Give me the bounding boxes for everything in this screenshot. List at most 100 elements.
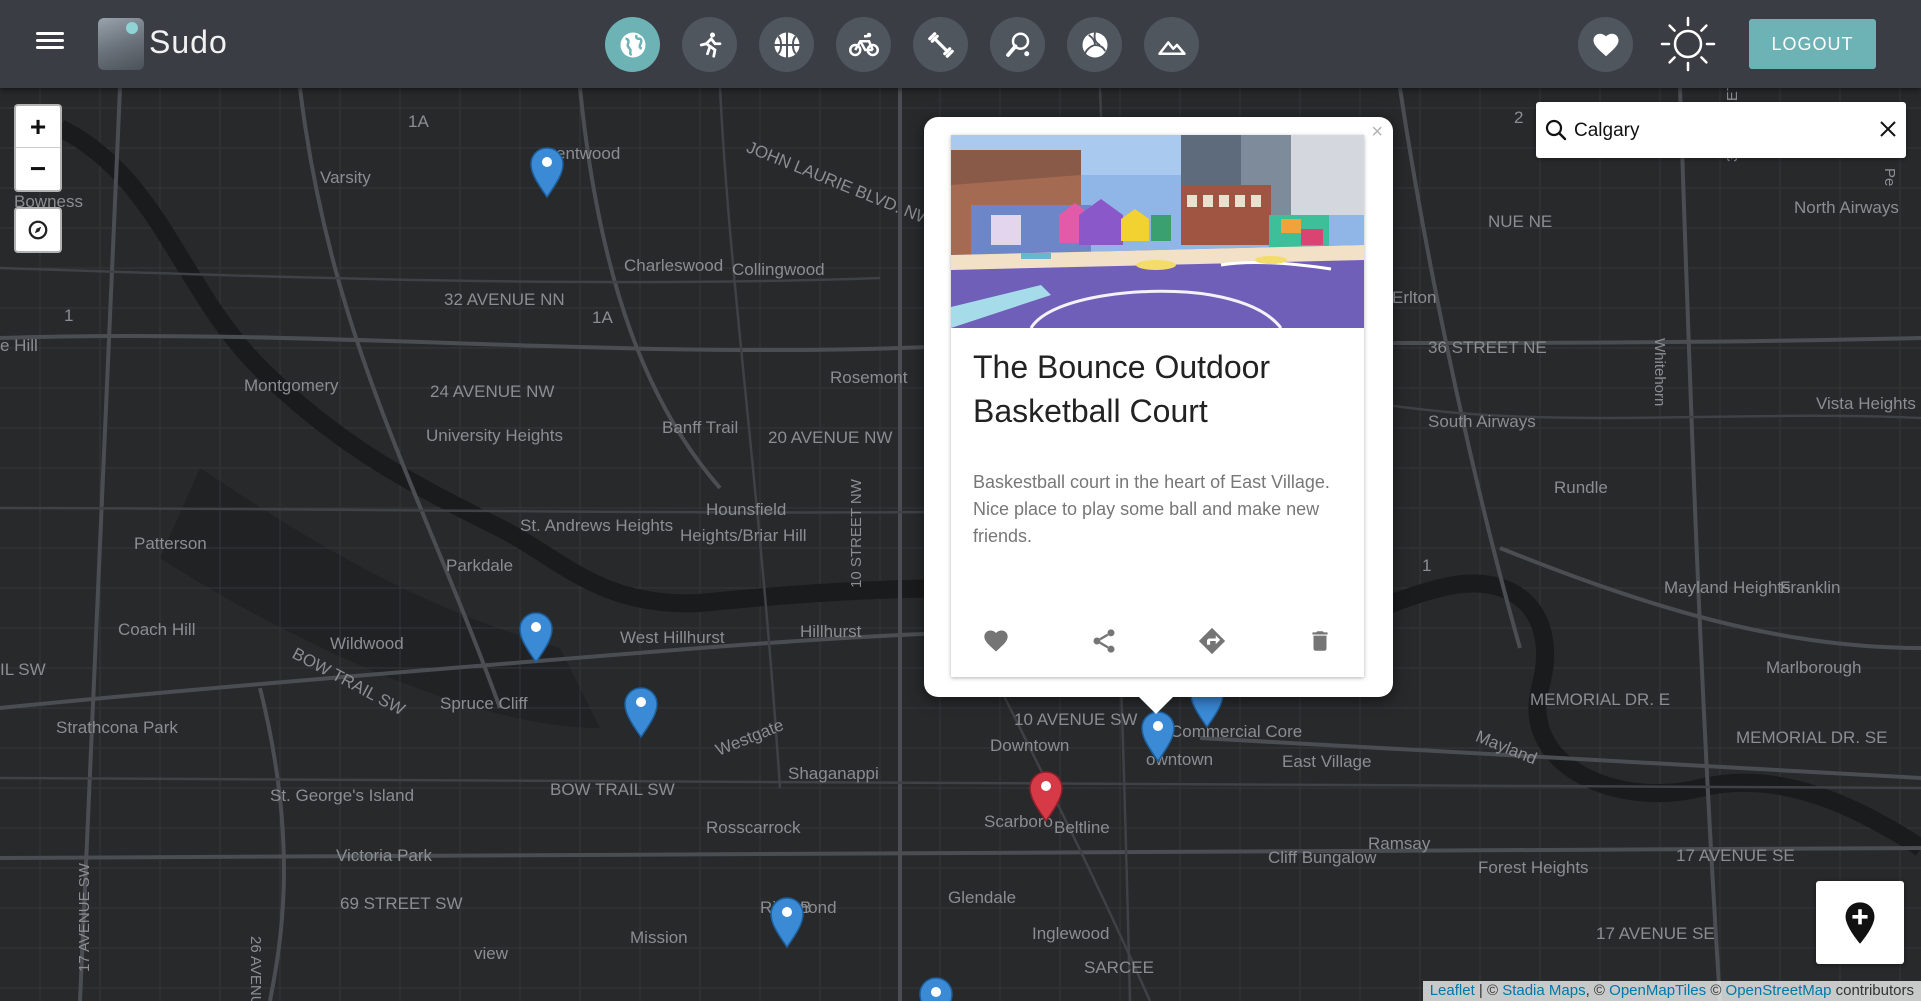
map-label: Mayland Heights bbox=[1664, 578, 1791, 597]
map-label: East Village bbox=[1282, 752, 1372, 771]
leaflet-link[interactable]: Leaflet bbox=[1430, 982, 1475, 999]
map-label: Patterson bbox=[134, 534, 207, 553]
share-button[interactable] bbox=[1086, 623, 1122, 659]
sun-icon bbox=[1660, 16, 1716, 72]
zoom-out-button[interactable]: − bbox=[16, 148, 60, 189]
map-label: 1A bbox=[408, 112, 429, 131]
map-label: Whitehorn bbox=[1651, 338, 1668, 407]
map-label: Cliff Bungalow bbox=[1268, 848, 1377, 867]
openmaptiles-link[interactable]: OpenMapTiles bbox=[1609, 982, 1706, 999]
filter-basketball-button[interactable] bbox=[759, 17, 814, 72]
map-label: West Hillhurst bbox=[620, 628, 725, 647]
filter-all-button[interactable] bbox=[605, 17, 660, 72]
map-label: 17 AVENUE SW bbox=[76, 863, 93, 972]
search-icon bbox=[1545, 119, 1567, 141]
map-label: St. George's Island bbox=[270, 786, 415, 805]
location-photo bbox=[951, 135, 1364, 328]
map-label: 26 AVENUE SW bbox=[247, 936, 264, 1001]
map-label: 1 bbox=[64, 306, 74, 325]
running-icon bbox=[699, 32, 721, 58]
map-label: 24 AVENUE NW bbox=[430, 382, 555, 401]
map-label: Marlborough bbox=[1766, 658, 1862, 677]
map-marker[interactable] bbox=[529, 146, 565, 198]
cycling-icon bbox=[848, 32, 879, 56]
map-marker[interactable] bbox=[623, 686, 659, 738]
map-label: Shaganappi bbox=[788, 764, 879, 783]
map-label: 10 AVENUE SW bbox=[1014, 710, 1138, 729]
map-label: entwood bbox=[556, 144, 621, 163]
location-card: The Bounce Outdoor Basketball Court Bask… bbox=[951, 135, 1364, 677]
menu-icon[interactable] bbox=[36, 28, 64, 52]
hiking-icon bbox=[1157, 40, 1186, 55]
filter-volleyball-button[interactable] bbox=[1067, 17, 1122, 72]
map-label: Downtown bbox=[990, 736, 1070, 755]
search-box bbox=[1536, 102, 1906, 158]
attribution-separator: | © bbox=[1474, 982, 1503, 999]
filter-hiking-button[interactable] bbox=[1144, 17, 1199, 72]
basketball-icon bbox=[774, 32, 799, 57]
map-label: 20 AVENUE NW bbox=[768, 428, 893, 447]
location-description: Baskestball court in the heart of East V… bbox=[973, 472, 1330, 546]
locate-button[interactable] bbox=[14, 207, 62, 253]
map-label: 32 AVENUE NN bbox=[444, 290, 565, 309]
zoom-in-button[interactable]: + bbox=[16, 106, 60, 148]
directions-icon bbox=[1198, 627, 1226, 655]
tennis-icon bbox=[1005, 32, 1029, 57]
map-label: Varsity bbox=[320, 168, 371, 187]
map-label: St. Andrews Heights bbox=[520, 516, 674, 535]
favorites-button[interactable] bbox=[1578, 17, 1633, 72]
map-label: BOW TRAIL SW bbox=[550, 780, 675, 799]
map-label: Erlton bbox=[1392, 288, 1437, 307]
share-icon bbox=[1093, 629, 1115, 653]
clear-search-icon[interactable] bbox=[1878, 119, 1898, 139]
map-label: SARCEE bbox=[1084, 958, 1154, 977]
map-label: 36 STREET NE bbox=[1428, 338, 1547, 357]
top-bar: Sudo LOGOUT bbox=[0, 0, 1921, 88]
map-marker-red[interactable] bbox=[1028, 770, 1064, 822]
popup-close-button[interactable]: × bbox=[1371, 121, 1383, 144]
trash-icon bbox=[1312, 631, 1328, 651]
map-label: Forest Heights bbox=[1478, 858, 1589, 877]
map-marker[interactable] bbox=[918, 976, 954, 1001]
add-location-icon bbox=[1845, 901, 1875, 944]
map-label: Charleswood bbox=[624, 256, 724, 275]
map-label: University Heights bbox=[426, 426, 563, 445]
logout-button[interactable]: LOGOUT bbox=[1749, 19, 1876, 69]
filter-weightlifting-button[interactable] bbox=[913, 17, 968, 72]
stadia-link[interactable]: Stadia Maps bbox=[1502, 982, 1585, 999]
map-label: MEMORIAL DR. E bbox=[1530, 690, 1671, 709]
map-label: Hounsfield bbox=[706, 500, 787, 519]
delete-button[interactable] bbox=[1302, 623, 1338, 659]
map-marker[interactable] bbox=[769, 896, 805, 948]
search-input[interactable] bbox=[1572, 112, 1866, 150]
map-label: Mission bbox=[630, 928, 688, 947]
map-label: 17 AVENUE SE bbox=[1596, 924, 1715, 943]
map-label: 69 STREET SW bbox=[340, 894, 463, 913]
map-label: Strathcona Park bbox=[56, 718, 178, 737]
logo-icon bbox=[98, 18, 144, 70]
filter-tennis-button[interactable] bbox=[990, 17, 1045, 72]
map-label: Inglewood bbox=[1032, 924, 1110, 943]
app-name: Sudo bbox=[149, 24, 228, 60]
add-location-button[interactable] bbox=[1816, 881, 1904, 964]
map-label: Glendale bbox=[948, 888, 1017, 907]
zoom-control: + − bbox=[14, 104, 62, 192]
heart-icon bbox=[1593, 33, 1618, 56]
map-marker[interactable] bbox=[518, 611, 554, 663]
directions-button[interactable] bbox=[1194, 623, 1230, 659]
favorite-button[interactable] bbox=[978, 623, 1014, 659]
map-label: 1 bbox=[1422, 556, 1432, 575]
map-label: Parkdale bbox=[446, 556, 514, 575]
map-label: Heights/Briar Hill bbox=[680, 526, 807, 545]
map-label: Rundle bbox=[1554, 478, 1608, 497]
map-label: Ramsay bbox=[1368, 834, 1431, 853]
attribution-tail: contributors bbox=[1831, 982, 1914, 999]
openstreetmap-link[interactable]: OpenStreetMap bbox=[1726, 982, 1832, 999]
theme-toggle-button[interactable] bbox=[1660, 16, 1716, 72]
map-label: Hillhurst bbox=[800, 622, 862, 641]
filter-cycling-button[interactable] bbox=[836, 17, 891, 72]
map-label: North Airways bbox=[1794, 198, 1899, 217]
filter-running-button[interactable] bbox=[682, 17, 737, 72]
map-marker-selected[interactable] bbox=[1140, 710, 1176, 762]
map-attribution: Leaflet | © Stadia Maps, © OpenMapTiles … bbox=[1422, 981, 1921, 1001]
